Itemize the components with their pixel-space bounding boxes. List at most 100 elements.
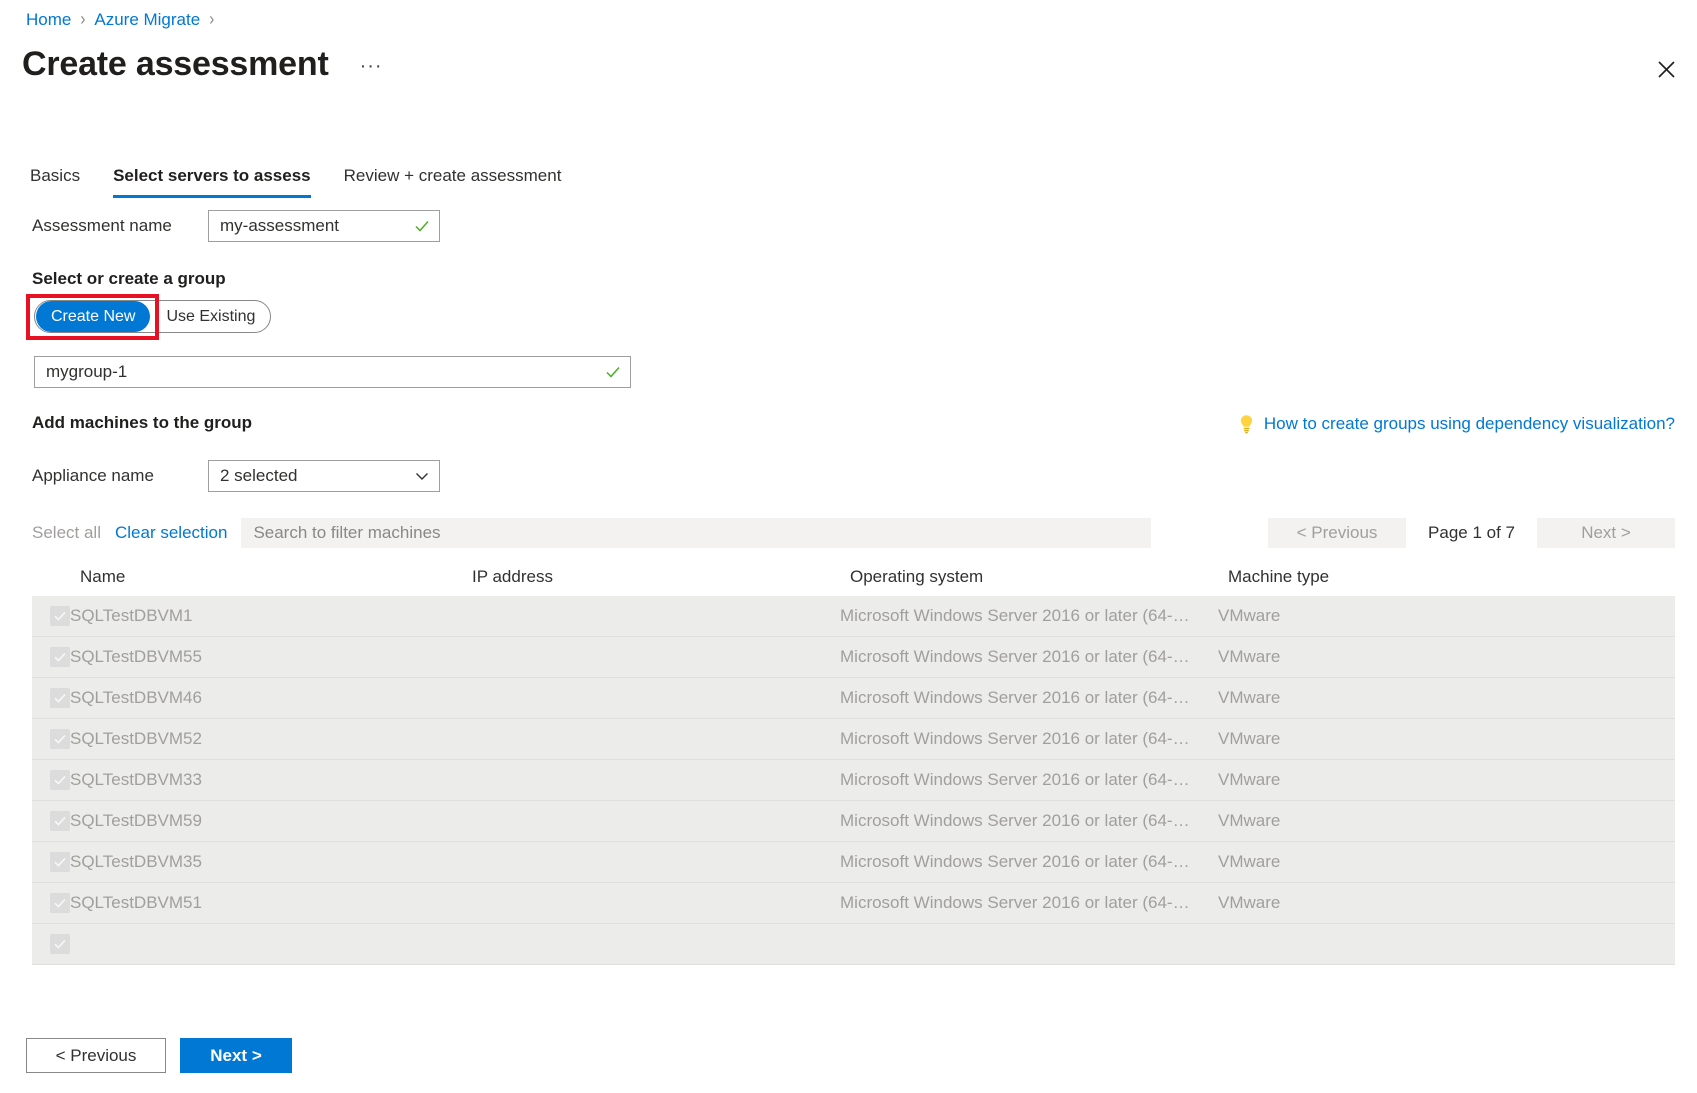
select-all-button[interactable]: Select all [32,522,101,544]
cell-machine-type: VMware [1218,892,1665,914]
group-name-input[interactable]: mygroup-1 [34,356,631,388]
table-row[interactable]: SQLTestDBVM33 Microsoft Windows Server 20… [32,760,1675,801]
row-checkbox[interactable] [50,852,70,872]
search-placeholder: Search to filter machines [253,522,440,544]
appliance-name-value: 2 selected [220,465,298,487]
table-header-ip-address: IP address [472,566,850,588]
appliance-name-row: Appliance name 2 selected [32,460,440,492]
table-row[interactable]: SQLTestDBVM46 Microsoft Windows Server 20… [32,678,1675,719]
cell-operating-system: Microsoft Windows Server 2016 or later (… [840,892,1218,914]
toggle-option-create-new[interactable]: Create New [36,301,150,332]
row-checkbox[interactable] [50,893,70,913]
tab-basics[interactable]: Basics [30,165,80,198]
table-row[interactable]: SQLTestDBVM59 Microsoft Windows Server 20… [32,801,1675,842]
row-checkbox[interactable] [50,688,70,708]
table-row[interactable]: SQLTestDBVM1 Microsoft Windows Server 201… [32,596,1675,637]
checkmark-icon [53,937,67,951]
cell-machine-type: VMware [1218,851,1665,873]
row-checkbox[interactable] [50,606,70,626]
search-input[interactable]: Search to filter machines [241,518,1151,548]
pager-next-button[interactable]: Next > [1537,518,1675,548]
checkmark-icon [414,218,430,234]
cell-operating-system: Microsoft Windows Server 2016 or later (… [840,728,1218,750]
pager-page-label: Page 1 of 7 [1406,522,1537,544]
cell-name: SQLTestDBVM1 [70,605,462,627]
table-row[interactable]: SQLTestDBVM52 Microsoft Windows Server 20… [32,719,1675,760]
cell-operating-system: Microsoft Windows Server 2016 or later (… [840,605,1218,627]
toggle-option-use-existing[interactable]: Use Existing [151,300,270,333]
page-header: Create assessment ··· [22,42,389,86]
breadcrumb-item-home[interactable]: Home [26,8,71,32]
breadcrumb-item-azure-migrate[interactable]: Azure Migrate [94,8,200,32]
cell-name: SQLTestDBVM59 [70,810,462,832]
checkmark-icon [53,691,67,705]
checkmark-icon [53,814,67,828]
table-row[interactable]: SQLTestDBVM51 Microsoft Windows Server 20… [32,883,1675,924]
group-name-value: mygroup-1 [46,361,127,383]
more-options-button[interactable]: ··· [354,53,389,80]
cell-name: SQLTestDBVM46 [70,687,462,709]
cell-operating-system: Microsoft Windows Server 2016 or later (… [840,810,1218,832]
cell-name: SQLTestDBVM55 [70,646,462,668]
table-row[interactable] [32,924,1675,965]
dependency-visualization-link[interactable]: How to create groups using dependency vi… [1238,413,1675,435]
tab-list: Basics Select servers to assess Review +… [30,158,594,198]
chevron-down-icon [415,469,429,483]
table-row[interactable]: SQLTestDBVM55 Microsoft Windows Server 20… [32,637,1675,678]
cell-name: SQLTestDBVM51 [70,892,462,914]
cell-operating-system: Microsoft Windows Server 2016 or later (… [840,769,1218,791]
dependency-visualization-link-label: How to create groups using dependency vi… [1264,413,1675,435]
checkmark-icon [53,732,67,746]
wizard-footer: < Previous Next > [26,1038,292,1073]
assessment-name-row: Assessment name my-assessment [32,210,440,242]
cell-machine-type: VMware [1218,646,1665,668]
machines-table: Name IP address Operating system Machine… [32,558,1675,1010]
table-header-operating-system: Operating system [850,566,1228,588]
checkmark-icon [53,773,67,787]
tab-select-servers-to-assess[interactable]: Select servers to assess [113,165,311,198]
row-checkbox[interactable] [50,934,70,954]
cell-operating-system: Microsoft Windows Server 2016 or later (… [840,687,1218,709]
page-title: Create assessment [22,42,329,86]
lightbulb-icon [1238,414,1255,434]
table-body: SQLTestDBVM1 Microsoft Windows Server 201… [32,596,1675,965]
group-section-heading: Select or create a group [32,268,226,290]
clear-selection-button[interactable]: Clear selection [115,522,227,544]
close-button[interactable] [1643,46,1689,92]
cell-name: SQLTestDBVM33 [70,769,462,791]
checkmark-icon [53,609,67,623]
group-mode-toggle: Create New Use Existing [34,300,271,333]
cell-machine-type: VMware [1218,605,1665,627]
cell-operating-system: Microsoft Windows Server 2016 or later (… [840,646,1218,668]
assessment-name-input[interactable]: my-assessment [208,210,440,242]
next-button[interactable]: Next > [180,1038,292,1073]
row-checkbox[interactable] [50,647,70,667]
cell-machine-type: VMware [1218,769,1665,791]
appliance-name-label: Appliance name [32,465,208,487]
create-assessment-blade: Home › Azure Migrate › Create assessment… [0,0,1697,1093]
cell-name: SQLTestDBVM35 [70,851,462,873]
table-row[interactable]: SQLTestDBVM35 Microsoft Windows Server 20… [32,842,1675,883]
cell-machine-type: VMware [1218,810,1665,832]
assessment-name-label: Assessment name [32,215,208,237]
breadcrumb: Home › Azure Migrate › [26,8,223,32]
cell-operating-system: Microsoft Windows Server 2016 or later (… [840,851,1218,873]
checkmark-icon [605,364,621,380]
table-header-machine-type: Machine type [1228,566,1675,588]
table-pagination: < Previous Page 1 of 7 Next > [1268,518,1675,548]
assessment-name-value: my-assessment [220,215,339,237]
checkmark-icon [53,896,67,910]
row-checkbox[interactable] [50,811,70,831]
close-icon [1658,61,1675,78]
table-header-name: Name [80,566,472,588]
appliance-name-dropdown[interactable]: 2 selected [208,460,440,492]
row-checkbox[interactable] [50,770,70,790]
cell-name: SQLTestDBVM52 [70,728,462,750]
machines-toolbar: Select all Clear selection Search to fil… [32,518,1151,548]
tab-review-create-assessment[interactable]: Review + create assessment [344,165,562,198]
row-checkbox[interactable] [50,729,70,749]
previous-button[interactable]: < Previous [26,1038,166,1073]
cell-machine-type: VMware [1218,728,1665,750]
pager-previous-button[interactable]: < Previous [1268,518,1406,548]
cell-machine-type: VMware [1218,687,1665,709]
